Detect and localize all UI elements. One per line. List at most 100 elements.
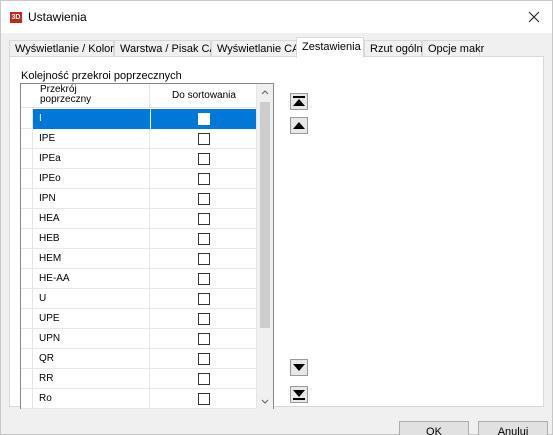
cross-section-order-label: Kolejność przekroi poprzecznych bbox=[21, 70, 182, 82]
tab-macro-options[interactable]: Opcje makr bbox=[422, 40, 484, 57]
sort-checkbox[interactable] bbox=[198, 213, 210, 225]
chevron-up-icon bbox=[261, 90, 269, 95]
sort-cell bbox=[151, 309, 257, 329]
move-up-icon bbox=[293, 122, 305, 129]
scroll-up-arrow[interactable] bbox=[257, 84, 273, 101]
sort-checkbox[interactable] bbox=[198, 293, 210, 305]
sort-cell bbox=[151, 189, 257, 209]
cross-section-name: IPE bbox=[33, 129, 150, 149]
cross-section-name: UPN bbox=[33, 329, 150, 349]
app-icon: 3D bbox=[10, 12, 22, 23]
tab-label: Wyświetlanie CAD bbox=[217, 43, 308, 55]
sort-checkbox[interactable] bbox=[198, 173, 210, 185]
settings-dialog: 3D Ustawienia Wyświetlanie / Kolory Wars… bbox=[0, 0, 553, 435]
move-to-bottom-icon bbox=[293, 390, 305, 400]
tab-label: Rzut ogólny bbox=[370, 43, 429, 55]
sort-checkbox[interactable] bbox=[198, 233, 210, 245]
sort-cell bbox=[151, 389, 257, 409]
table-row[interactable]: IPEo bbox=[21, 169, 257, 189]
title-bar: 3D Ustawienia bbox=[1, 1, 552, 33]
column-header-cross-section[interactable]: Przekrój poprzeczny bbox=[33, 84, 150, 108]
tab-overview[interactable]: Rzut ogólny bbox=[364, 40, 428, 57]
cancel-button[interactable]: Anuluj bbox=[478, 421, 548, 435]
column-header-sort[interactable]: Do sortowania bbox=[151, 84, 257, 108]
sort-cell bbox=[151, 349, 257, 369]
tab-label: Wyświetlanie / Kolory bbox=[15, 43, 120, 55]
table-row[interactable]: HEM bbox=[21, 249, 257, 269]
cross-section-name: IPN bbox=[33, 189, 150, 209]
sort-cell bbox=[151, 369, 257, 389]
table-row[interactable]: IPE bbox=[21, 129, 257, 149]
list-rows: I IPE IPEa IPEo IPN HEA HEB HEM HE-AA U UPE UPN QR RR… bbox=[21, 109, 257, 409]
cross-section-name: IPEo bbox=[33, 169, 150, 189]
table-row[interactable]: IPN bbox=[21, 189, 257, 209]
sort-cell bbox=[151, 329, 257, 349]
cross-section-name: IPEa bbox=[33, 149, 150, 169]
sort-checkbox[interactable] bbox=[198, 253, 210, 265]
tab-lists[interactable]: Zestawienia bbox=[296, 37, 364, 58]
sort-checkbox[interactable] bbox=[198, 333, 210, 345]
sort-cell bbox=[151, 289, 257, 309]
cross-section-name: QR bbox=[33, 349, 150, 369]
cross-section-name: HEA bbox=[33, 209, 150, 229]
table-row[interactable]: Ro bbox=[21, 389, 257, 409]
table-row[interactable]: QR bbox=[21, 349, 257, 369]
move-up-button[interactable] bbox=[290, 117, 308, 134]
move-down-button[interactable] bbox=[290, 359, 308, 376]
tab-label: Opcje makr bbox=[428, 43, 485, 55]
sort-cell bbox=[151, 169, 257, 189]
move-down-icon bbox=[293, 364, 305, 371]
sort-checkbox[interactable] bbox=[198, 133, 210, 145]
table-row[interactable]: HE-AA bbox=[21, 269, 257, 289]
list-header: Przekrój poprzeczny Do sortowania bbox=[21, 84, 257, 108]
cross-section-name: HEM bbox=[33, 249, 150, 269]
table-row[interactable]: U bbox=[21, 289, 257, 309]
tab-layer-pen-cad[interactable]: Warstwa / Pisak CAD bbox=[114, 40, 225, 57]
sort-checkbox[interactable] bbox=[198, 113, 210, 125]
sort-checkbox[interactable] bbox=[198, 313, 210, 325]
table-row[interactable]: RR bbox=[21, 369, 257, 389]
table-row[interactable]: UPE bbox=[21, 309, 257, 329]
table-row[interactable]: I bbox=[21, 109, 257, 129]
table-row[interactable]: HEA bbox=[21, 209, 257, 229]
cross-section-name: Ro bbox=[33, 389, 150, 409]
tab-label: Warstwa / Pisak CAD bbox=[120, 43, 225, 55]
tab-panel-lists: Kolejność przekroi poprzecznych Przekrój… bbox=[9, 56, 544, 409]
ok-button[interactable]: OK bbox=[399, 421, 469, 435]
move-to-top-button[interactable] bbox=[290, 93, 308, 110]
tab-display-cad[interactable]: Wyświetlanie CAD bbox=[211, 40, 307, 57]
sort-cell bbox=[151, 149, 257, 169]
sort-cell bbox=[151, 269, 257, 289]
sort-checkbox[interactable] bbox=[198, 193, 210, 205]
sort-cell bbox=[151, 129, 257, 149]
tab-display-colors[interactable]: Wyświetlanie / Kolory bbox=[9, 40, 119, 57]
scroll-thumb[interactable] bbox=[260, 102, 270, 328]
scroll-down-arrow[interactable] bbox=[257, 393, 273, 409]
sort-checkbox[interactable] bbox=[198, 153, 210, 165]
sort-cell bbox=[151, 209, 257, 229]
cross-section-name: UPE bbox=[33, 309, 150, 329]
table-row[interactable]: HEB bbox=[21, 229, 257, 249]
table-row[interactable]: UPN bbox=[21, 329, 257, 349]
chevron-down-icon bbox=[261, 399, 269, 404]
move-to-bottom-button[interactable] bbox=[290, 386, 308, 403]
close-icon bbox=[528, 11, 540, 23]
sort-checkbox[interactable] bbox=[198, 353, 210, 365]
column-header-label: Przekrój poprzeczny bbox=[40, 84, 92, 105]
move-to-top-icon bbox=[293, 96, 305, 106]
cross-section-name: HEB bbox=[33, 229, 150, 249]
sort-cell bbox=[151, 249, 257, 269]
table-row[interactable]: IPEa bbox=[21, 149, 257, 169]
list-scrollbar[interactable] bbox=[256, 84, 273, 409]
close-button[interactable] bbox=[516, 1, 552, 33]
dialog-client-area: Wyświetlanie / Kolory Warstwa / Pisak CA… bbox=[1, 33, 552, 435]
sort-checkbox[interactable] bbox=[198, 393, 210, 405]
sort-checkbox[interactable] bbox=[198, 373, 210, 385]
window-title: Ustawienia bbox=[28, 10, 87, 24]
sort-cell bbox=[151, 229, 257, 249]
sort-checkbox[interactable] bbox=[198, 273, 210, 285]
cross-section-name: U bbox=[33, 289, 150, 309]
cross-section-list[interactable]: Przekrój poprzeczny Do sortowania I IPE IP… bbox=[20, 83, 274, 409]
tab-label: Zestawienia bbox=[302, 41, 361, 53]
cross-section-name: HE-AA bbox=[33, 269, 150, 289]
